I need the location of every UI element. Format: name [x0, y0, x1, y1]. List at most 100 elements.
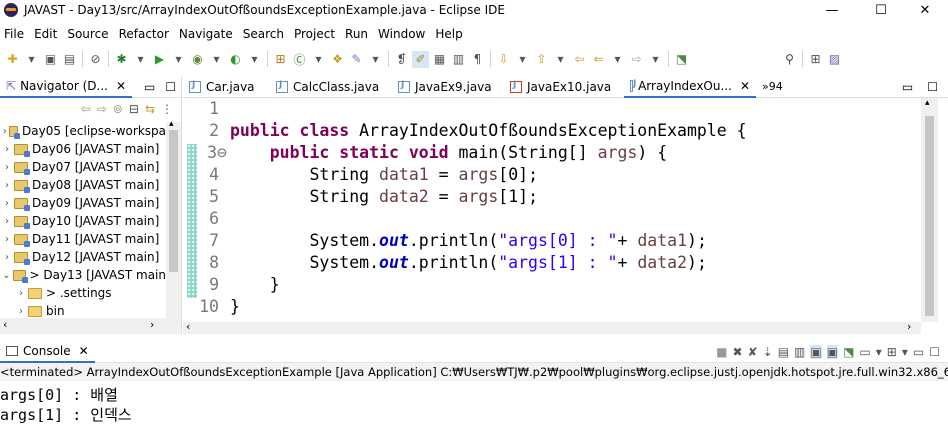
tree-item[interactable]: › Day09 [JAVAST main] — [0, 194, 166, 212]
menu-edit[interactable]: Edit — [34, 27, 57, 41]
chevron-right-icon[interactable]: › — [16, 306, 26, 317]
menu-search[interactable]: Search — [243, 27, 284, 41]
collapse-all-icon[interactable]: ⊟ — [129, 102, 139, 116]
tree-item[interactable]: › Day08 [JAVAST main] — [0, 176, 166, 194]
dropdown-arrow-icon[interactable]: ▾ — [552, 51, 569, 68]
chevron-right-icon[interactable]: › — [2, 252, 12, 263]
scroll-right-icon[interactable]: › — [150, 318, 154, 331]
scroll-thumb[interactable] — [169, 130, 178, 272]
debug-icon[interactable]: ✱ — [113, 51, 130, 68]
remove-launch-icon[interactable]: ✖ — [733, 345, 743, 359]
chevron-down-icon[interactable]: ⌄ — [2, 270, 11, 281]
menu-source[interactable]: Source — [67, 27, 108, 41]
highlight-icon[interactable]: ✐ — [412, 50, 429, 68]
run-icon[interactable]: ▶ — [151, 51, 168, 68]
dropdown-arrow-icon[interactable]: ▾ — [208, 51, 225, 68]
minimize-view-icon[interactable]: ▭ — [144, 80, 155, 94]
tab-javaex9[interactable]: JavaEx9.java — [392, 76, 504, 98]
java-perspective-icon[interactable]: ▨ — [826, 51, 843, 68]
dropdown-arrow-icon[interactable]: ▾ — [132, 51, 149, 68]
show-stdout-icon[interactable]: ▣ — [810, 344, 822, 359]
scroll-up-icon[interactable]: ▴ — [925, 98, 930, 108]
tree-item[interactable]: › Day07 [JAVAST main] — [0, 158, 166, 176]
open-type-icon[interactable]: ❖ — [329, 51, 346, 68]
chevron-right-icon[interactable]: › — [2, 180, 12, 191]
dropdown-arrow-icon[interactable]: ▾ — [310, 51, 327, 68]
dropdown-arrow-icon[interactable]: ▾ — [902, 345, 908, 359]
menu-help[interactable]: Help — [435, 27, 462, 41]
dropdown-arrow-icon[interactable]: ▾ — [170, 51, 187, 68]
show-whitespace-icon[interactable]: ▥ — [450, 51, 467, 68]
terminate-icon[interactable]: ■ — [716, 345, 727, 359]
scroll-left-icon[interactable]: ‹ — [186, 320, 190, 333]
forward-icon[interactable]: ⇨ — [97, 102, 107, 116]
dropdown-arrow-icon[interactable]: ▾ — [609, 51, 626, 68]
close-icon[interactable]: ✕ — [116, 79, 126, 93]
tab-calcclass[interactable]: CalcClass.java — [270, 76, 392, 98]
maximize-view-icon[interactable]: ☐ — [929, 345, 940, 359]
dropdown-arrow-icon[interactable]: ▾ — [23, 51, 40, 68]
up-icon[interactable]: ⊚ — [113, 102, 123, 116]
maximize-view-icon[interactable]: ☐ — [927, 80, 938, 94]
tab-navigator[interactable]: ⇱ Navigator (D... ✕ — [0, 75, 133, 98]
display-console-icon[interactable]: ▭ — [859, 345, 870, 359]
scroll-up-icon[interactable]: ▴ — [169, 119, 174, 129]
menu-window[interactable]: Window — [378, 27, 425, 41]
last-edit-icon[interactable]: ⇦ — [571, 51, 588, 68]
dropdown-arrow-icon[interactable]: ▾ — [647, 51, 664, 68]
save-all-icon[interactable]: ▤ — [61, 51, 78, 68]
line-number[interactable]: 3⊖ — [197, 142, 227, 164]
tab-console[interactable]: Console ✕ — [0, 340, 95, 363]
pilcrow-icon[interactable]: ¶ — [469, 51, 486, 68]
minimize-view-icon[interactable]: ▭ — [902, 80, 913, 94]
menu-navigate[interactable]: Navigate — [179, 27, 233, 41]
tree-item[interactable]: › > .settings — [0, 284, 166, 302]
toggle-mark-occurrences-icon[interactable]: ❡ — [393, 51, 410, 68]
new-class-icon[interactable]: Ⓒ — [291, 51, 308, 68]
word-wrap-icon[interactable]: ▤ — [778, 345, 789, 359]
tree-item[interactable]: › Day10 [JAVAST main] — [0, 212, 166, 230]
tree-item[interactable]: › Day12 [JAVAST main] — [0, 248, 166, 266]
remove-all-icon[interactable]: ✘ — [748, 345, 758, 359]
open-perspective-icon[interactable]: ⊞ — [807, 51, 824, 68]
toggle-block-icon[interactable]: ▦ — [431, 51, 448, 68]
tree-item[interactable]: › Day05 [eclipse-workspa — [0, 122, 166, 140]
menu-refactor[interactable]: Refactor — [119, 27, 169, 41]
scroll-lock-icon[interactable]: ⇣ — [763, 345, 773, 359]
console-output[interactable]: args[0] : 배열 args[1] : 인덱스 — [0, 385, 132, 425]
tree-item[interactable]: ⌄ > Day13 [JAVAST main — [0, 266, 166, 284]
back-icon[interactable]: ⇦ — [81, 102, 91, 116]
code-text[interactable]: public class ArrayIndexOutOfßoundsExcept… — [230, 98, 747, 318]
open-console-icon[interactable]: ⊞ — [887, 345, 897, 359]
external-tools-icon[interactable]: ◐ — [227, 51, 244, 68]
minimize-view-icon[interactable]: ▭ — [913, 345, 924, 359]
dropdown-arrow-icon[interactable]: ▾ — [246, 51, 263, 68]
tab-arrayindexout[interactable]: ArrayIndexOu... ✕ — [624, 75, 756, 98]
tree-item[interactable]: › Day11 [JAVAST main] — [0, 230, 166, 248]
minimize-button[interactable]: — — [809, 0, 855, 20]
forward-icon[interactable]: ⇨ — [628, 51, 645, 68]
pin-console-icon[interactable]: ⬔ — [843, 345, 854, 359]
search-tool-icon[interactable]: ✎ — [348, 51, 365, 68]
save-icon[interactable]: ▣ — [42, 51, 59, 68]
link-editor-icon[interactable]: ⇆ — [145, 102, 155, 116]
tab-car[interactable]: Car.java — [183, 76, 270, 98]
menu-run[interactable]: Run — [345, 27, 368, 41]
close-icon[interactable]: ✕ — [79, 344, 89, 358]
menu-project[interactable]: Project — [294, 27, 335, 41]
close-icon[interactable]: ✕ — [740, 79, 750, 93]
navigator-vertical-scrollbar[interactable]: ▴ — [166, 119, 181, 318]
clear-console-icon[interactable]: ▥ — [794, 345, 805, 359]
dropdown-arrow-icon[interactable]: ▾ — [514, 51, 531, 68]
scroll-thumb[interactable] — [925, 116, 934, 316]
skip-breakpoints-icon[interactable]: ⊘ — [87, 51, 104, 68]
chevron-right-icon[interactable]: › — [2, 234, 12, 245]
scroll-left-icon[interactable]: ‹ — [3, 318, 7, 331]
chevron-right-icon[interactable]: › — [2, 162, 12, 173]
maximize-view-icon[interactable]: ☐ — [165, 80, 176, 94]
menu-file[interactable]: File — [4, 27, 24, 41]
chevron-right-icon[interactable]: › — [2, 144, 12, 155]
dropdown-arrow-icon[interactable]: ▾ — [367, 51, 384, 68]
navigator-horizontal-scrollbar[interactable]: ‹ › — [0, 318, 181, 334]
close-button[interactable]: ✕ — [902, 0, 948, 20]
